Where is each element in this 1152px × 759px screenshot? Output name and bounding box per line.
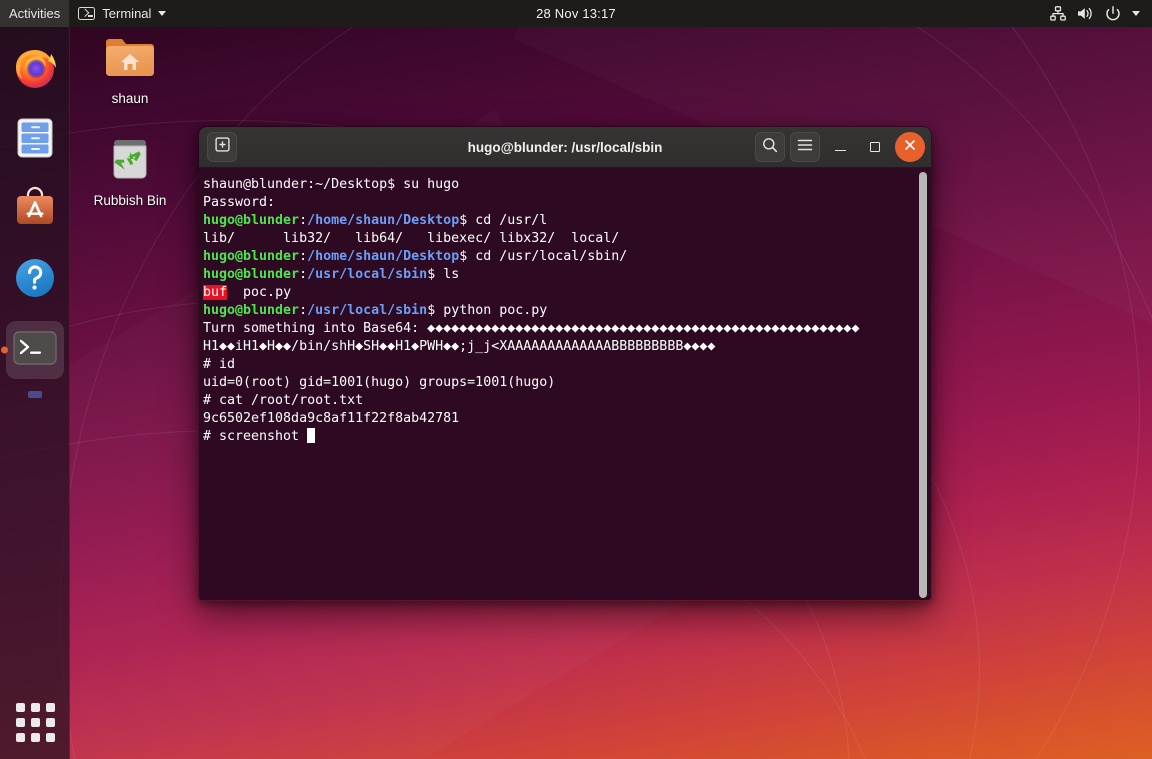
minimize-icon — [834, 149, 846, 152]
software-bag-icon — [12, 185, 58, 236]
terminal-text: Turn something into Base64: — [203, 321, 428, 336]
desktop-icon-rubbish-bin[interactable]: Rubbish Bin — [80, 132, 180, 209]
terminal-text: : — [299, 213, 308, 228]
recycle-bin-icon — [105, 132, 155, 189]
terminal-line: buf poc.py — [203, 284, 931, 302]
search-icon — [762, 137, 778, 158]
dock-item-firefox[interactable] — [6, 41, 64, 99]
close-icon — [904, 138, 916, 156]
terminal-text: buf — [203, 285, 228, 300]
terminal-line: Turn something into Base64: ◆◆◆◆◆◆◆◆◆◆◆◆… — [203, 320, 931, 338]
hamburger-menu-icon — [797, 138, 813, 157]
terminal-line: shaun@blunder:~/Desktop$ su hugo — [203, 176, 931, 194]
clock-button[interactable]: 28 Nov 13:17 — [526, 0, 626, 27]
show-applications-button[interactable] — [6, 693, 64, 751]
window-title-label: hugo@blunder: /usr/local/sbin — [467, 140, 663, 155]
terminal-line: uid=0(root) gid=1001(hugo) groups=1001(h… — [203, 374, 931, 392]
maximize-button[interactable] — [860, 132, 890, 162]
terminal-text: H1◆◆iH1◆H◆◆/bin/shH◆SH◆◆H1◆PWH◆◆;j_j<XAA… — [203, 339, 716, 354]
terminal-text: /usr/local/sbin — [307, 303, 428, 318]
terminal-text: /usr/local/sbin — [307, 267, 428, 282]
terminal-cursor — [307, 428, 316, 443]
new-tab-button[interactable] — [207, 132, 237, 162]
terminal-text: 9c6502ef108da9c8af11f22f8ab42781 — [203, 411, 460, 426]
dock-item-terminal[interactable] — [1, 321, 64, 379]
terminal-line: 9c6502ef108da9c8af11f22f8ab42781 — [203, 410, 931, 428]
dock-item-files[interactable] — [6, 111, 64, 169]
terminal-output: shaun@blunder:~/Desktop$ su hugo Password… — [202, 176, 931, 446]
terminal-line: # id — [203, 356, 931, 374]
terminal-text: hugo@blunder — [203, 267, 300, 282]
terminal-text: : — [299, 303, 308, 318]
terminal-line: # cat /root/root.txt — [203, 392, 931, 410]
new-tab-icon — [214, 137, 230, 157]
terminal-line: hugo@blunder:/home/shaun/Desktop$ cd /us… — [203, 248, 931, 266]
terminal-text: # id — [203, 357, 236, 372]
window-controls — [755, 132, 925, 162]
terminal-text: hugo@blunder — [203, 213, 300, 228]
terminal-text: hugo@blunder — [203, 249, 300, 264]
terminal-text: poc.py — [227, 285, 292, 300]
window-titlebar[interactable]: hugo@blunder: /usr/local/sbin — [199, 127, 931, 168]
files-cabinet-icon — [12, 115, 58, 166]
home-folder-icon — [102, 32, 158, 87]
terminal-line: hugo@blunder:/usr/local/sbin$ python poc… — [203, 302, 931, 320]
desktop-icon-label: shaun — [111, 91, 149, 106]
terminal-text: $ cd /usr/local/sbin/ — [459, 249, 628, 264]
terminal-line: lib/ lib32/ lib64/ libexec/ libx32/ loca… — [203, 230, 931, 248]
terminal-line: hugo@blunder:/home/shaun/Desktop$ cd /us… — [203, 212, 931, 230]
terminal-text: shaun@blunder:~/Desktop$ su hugo — [203, 177, 460, 192]
terminal-body[interactable]: shaun@blunder:~/Desktop$ su hugo Password… — [199, 168, 931, 600]
window-list-indicator — [28, 391, 42, 398]
minimize-button[interactable] — [825, 132, 855, 162]
clock-label: 28 Nov 13:17 — [536, 6, 616, 21]
firefox-icon — [11, 44, 59, 97]
terminal-text: /home/shaun/Desktop — [307, 249, 460, 264]
hamburger-menu-button[interactable] — [790, 132, 820, 162]
terminal-text: uid=0(root) gid=1001(hugo) groups=1001(h… — [203, 375, 556, 390]
network-wired-icon[interactable] — [1050, 6, 1066, 21]
help-question-icon — [13, 256, 57, 305]
terminal-text: /home/shaun/Desktop — [307, 213, 460, 228]
terminal-text: $ python poc.py — [427, 303, 548, 318]
terminal-line: hugo@blunder:/usr/local/sbin$ ls — [203, 266, 931, 284]
close-button[interactable] — [895, 132, 925, 162]
terminal-text: $ cd /usr/l — [459, 213, 548, 228]
dock-item-help[interactable] — [6, 251, 64, 309]
system-tray[interactable] — [1040, 0, 1152, 27]
terminal-window[interactable]: hugo@blunder: /usr/local/sbin shaun@blun… — [198, 126, 932, 601]
terminal-text: $ ls — [427, 267, 460, 282]
terminal-text: : — [299, 249, 308, 264]
volume-icon[interactable] — [1077, 6, 1094, 21]
terminal-line: # screenshot — [203, 428, 931, 446]
dock — [0, 27, 70, 759]
apps-grid-icon — [15, 702, 55, 742]
activities-label: Activities — [9, 6, 61, 21]
terminal-text: hugo@blunder — [203, 303, 300, 318]
running-indicator-dot — [1, 346, 8, 354]
power-icon[interactable] — [1105, 5, 1121, 22]
terminal-text: : — [299, 267, 308, 282]
terminal-text: ◆◆◆◆◆◆◆◆◆◆◆◆◆◆◆◆◆◆◆◆◆◆◆◆◆◆◆◆◆◆◆◆◆◆◆◆◆◆◆◆… — [427, 321, 860, 336]
desktop-icon-label: Rubbish Bin — [93, 193, 167, 208]
top-panel: Activities Terminal 28 Nov 13:17 — [0, 0, 1152, 27]
dock-item-ubuntu-software[interactable] — [6, 181, 64, 239]
maximize-icon — [870, 142, 880, 152]
app-menu-label: Terminal — [102, 6, 152, 21]
desktop-icon-home-folder[interactable]: shaun — [80, 32, 180, 107]
terminal-icon — [13, 330, 57, 370]
terminal-text: # cat /root/root.txt — [203, 393, 364, 408]
activities-button[interactable]: Activities — [0, 0, 70, 27]
terminal-icon — [78, 7, 96, 20]
terminal-line: Password: — [203, 194, 931, 212]
chevron-down-icon — [158, 11, 167, 16]
terminal-line: H1◆◆iH1◆H◆◆/bin/shH◆SH◆◆H1◆PWH◆◆;j_j<XAA… — [203, 338, 931, 356]
app-menu-terminal[interactable]: Terminal — [69, 0, 175, 27]
chevron-down-icon[interactable] — [1132, 11, 1140, 16]
search-button[interactable] — [755, 132, 785, 162]
terminal-text: lib/ lib32/ lib64/ libexec/ libx32/ loca… — [203, 231, 620, 246]
terminal-text: Password: — [203, 195, 276, 210]
terminal-scrollbar[interactable] — [919, 172, 927, 598]
terminal-text: # screenshot — [203, 429, 308, 444]
